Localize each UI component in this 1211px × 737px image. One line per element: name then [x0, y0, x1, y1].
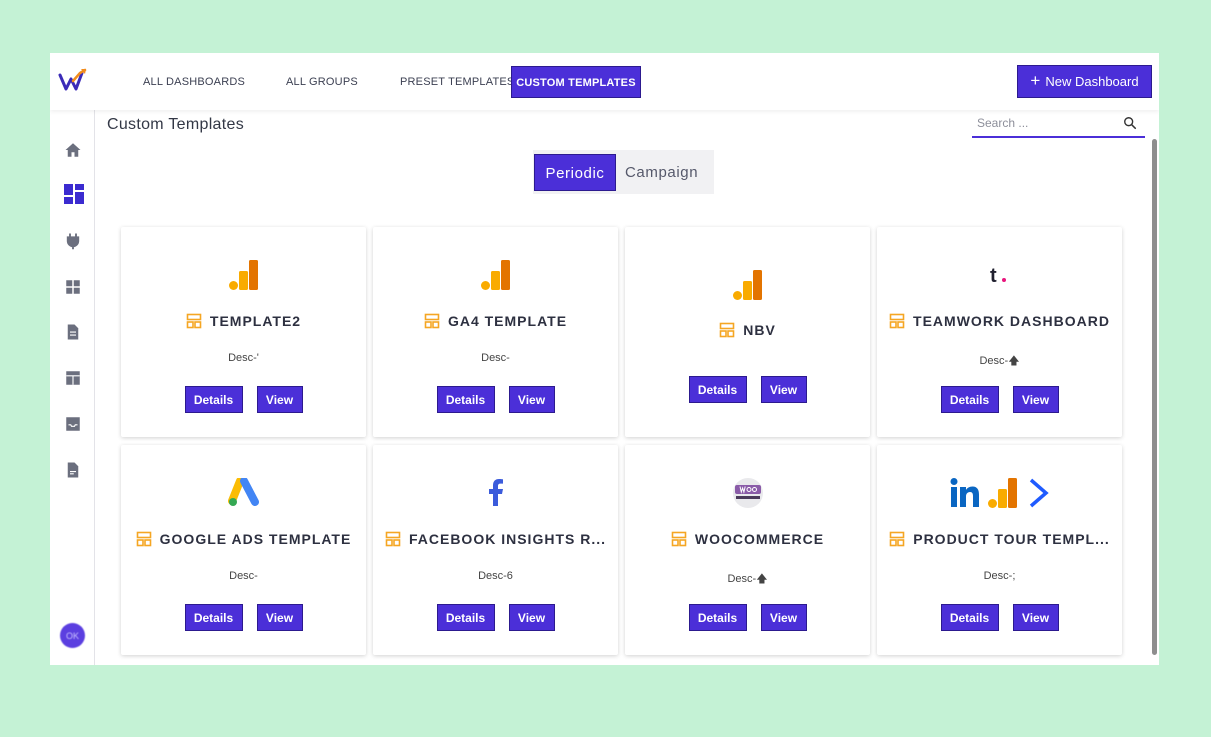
template-icon	[719, 322, 735, 338]
card-title: GA4 TEMPLATE	[447, 313, 568, 329]
template-card: GOOGLE ADS TEMPLATE Desc- Details View	[121, 445, 366, 655]
search-input[interactable]	[977, 116, 1117, 130]
search-box	[972, 111, 1145, 138]
google-analytics-icon	[732, 270, 762, 300]
document-icon[interactable]	[63, 322, 83, 342]
tab-custom-templates[interactable]: CUSTOM TEMPLATES	[511, 66, 641, 98]
template-card: WOOCOMMERCE Desc-🡅 Details View	[625, 445, 870, 655]
card-title: FACEBOOK INSIGHTS R...	[408, 531, 606, 547]
template-card: GA4 TEMPLATE Desc- Details View	[373, 227, 618, 437]
template-card: NBV Details View	[625, 227, 870, 437]
plug-icon[interactable]	[63, 231, 83, 251]
user-avatar[interactable]: OK	[60, 623, 85, 648]
facebook-icon	[488, 479, 503, 506]
google-analytics-icon	[480, 260, 510, 290]
card-description: Desc-🡅	[727, 573, 768, 585]
details-button[interactable]: Details	[940, 604, 999, 631]
linkedin-icon	[950, 478, 979, 507]
dashboard-icon[interactable]	[61, 181, 87, 207]
view-button[interactable]: View	[256, 386, 303, 413]
template-card: t TEAMWORK DASHBOARD Desc-🡅 Details View	[877, 227, 1122, 437]
app-logo-icon[interactable]	[58, 67, 88, 95]
home-icon[interactable]	[63, 140, 83, 160]
details-button[interactable]: Details	[436, 604, 495, 631]
template-icon	[671, 531, 687, 547]
template-card: PRODUCT TOUR TEMPL... Desc-; Details Vie…	[877, 445, 1122, 655]
vertical-scrollbar[interactable]	[1152, 139, 1157, 655]
details-button[interactable]: Details	[184, 386, 243, 413]
template-card: TEMPLATE2 Desc-' Details View	[121, 227, 366, 437]
template-card: FACEBOOK INSIGHTS R... Desc-6 Details Vi…	[373, 445, 618, 655]
view-button[interactable]: View	[1012, 386, 1059, 413]
app-window: ALL DASHBOARDS ALL GROUPS PRESET TEMPLAT…	[50, 53, 1159, 665]
file-icon[interactable]	[63, 460, 83, 480]
view-button[interactable]: View	[760, 376, 807, 403]
template-icon	[889, 531, 905, 547]
details-button[interactable]: Details	[688, 376, 747, 403]
toggle-campaign[interactable]: Campaign	[625, 154, 698, 191]
card-title: TEMPLATE2	[209, 313, 302, 329]
card-description: Desc-🡅	[979, 355, 1020, 367]
template-icon	[385, 531, 401, 547]
template-icon	[424, 313, 440, 329]
template-type-toggle: Periodic Campaign	[533, 150, 714, 194]
google-analytics-icon	[987, 478, 1017, 508]
template-icon	[889, 313, 905, 329]
card-title: TEAMWORK DASHBOARD	[913, 313, 1110, 329]
details-button[interactable]: Details	[688, 604, 747, 631]
tab-preset-templates[interactable]: PRESET TEMPLATES	[400, 66, 514, 98]
details-button[interactable]: Details	[436, 386, 495, 413]
new-dashboard-label: New Dashboard	[1045, 74, 1139, 89]
view-button[interactable]: View	[508, 604, 555, 631]
tab-all-groups[interactable]: ALL GROUPS	[286, 66, 358, 98]
activecampaign-icon	[1029, 478, 1049, 508]
teamwork-icon: t	[990, 265, 1006, 287]
view-button[interactable]: View	[760, 604, 807, 631]
template-icon	[136, 531, 151, 547]
sidebar: OK	[50, 110, 95, 665]
widgets-icon[interactable]	[63, 277, 83, 297]
view-button[interactable]: View	[1012, 604, 1059, 631]
card-description: Desc-	[481, 352, 510, 364]
card-title: NBV	[743, 322, 776, 338]
google-ads-icon	[227, 478, 259, 506]
card-title: PRODUCT TOUR TEMPL...	[913, 531, 1110, 547]
card-description: Desc-6	[478, 570, 513, 582]
toggle-periodic[interactable]: Periodic	[534, 154, 616, 191]
card-title: GOOGLE ADS TEMPLATE	[159, 531, 352, 547]
card-description: Desc-;	[983, 570, 1016, 582]
new-dashboard-button[interactable]: + New Dashboard	[1017, 65, 1152, 98]
top-navbar: ALL DASHBOARDS ALL GROUPS PRESET TEMPLAT…	[50, 53, 1159, 110]
table-icon[interactable]	[63, 368, 83, 388]
details-button[interactable]: Details	[184, 604, 243, 631]
search-icon[interactable]	[1123, 116, 1137, 130]
template-icon	[186, 313, 202, 329]
page-title: Custom Templates	[107, 116, 245, 133]
plus-icon: +	[1030, 71, 1041, 90]
google-analytics-icon	[228, 260, 258, 290]
tab-all-dashboards[interactable]: ALL DASHBOARDS	[143, 66, 245, 98]
woocommerce-icon	[732, 478, 763, 508]
card-description: Desc-'	[228, 352, 259, 364]
card-title: WOOCOMMERCE	[694, 531, 825, 547]
details-button[interactable]: Details	[940, 386, 999, 413]
card-description: Desc-	[229, 570, 258, 582]
view-button[interactable]: View	[508, 386, 555, 413]
inbox-icon[interactable]	[63, 414, 83, 434]
svg-text:t: t	[990, 265, 997, 287]
view-button[interactable]: View	[256, 604, 303, 631]
